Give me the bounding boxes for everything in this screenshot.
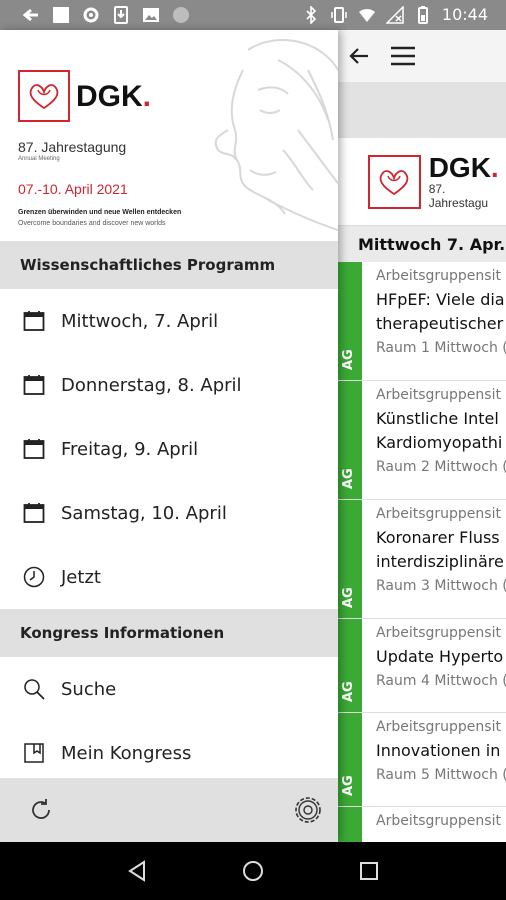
back-arrow-icon[interactable]: [348, 45, 370, 67]
nav-item-label: Suche: [61, 678, 117, 700]
session-item[interactable]: AG Arbeitsgruppensit Update Hyperto Raum…: [338, 619, 506, 713]
nav-item-search[interactable]: Suche: [0, 657, 338, 721]
meeting-dates: 07.-10. April 2021: [18, 181, 128, 197]
session-item[interactable]: AG Arbeitsgruppensit Koronarer Fluss inte…: [338, 500, 506, 619]
clock-icon: [23, 566, 45, 588]
session-title: Innovationen in: [376, 741, 501, 760]
bluetooth-icon: [306, 5, 317, 24]
session-category: Arbeitsgruppensit: [376, 506, 501, 522]
meeting-subtitle: Annual Meeting: [18, 156, 60, 162]
section-header-program: Wissenschaftliches Programm: [0, 241, 338, 289]
session-category: Arbeitsgruppensit: [376, 813, 501, 829]
gear-icon: [83, 7, 99, 23]
home-circle-icon[interactable]: [242, 860, 264, 882]
drawer-footer: [0, 778, 338, 842]
ag-badge: AG: [338, 381, 362, 499]
vibrate-icon: [331, 6, 347, 23]
bg-brand: DGK.: [428, 151, 499, 183]
slogan-english: Overcome boundaries and discover new wor…: [18, 220, 166, 227]
calendar-icon: [23, 503, 45, 523]
nav-item-thursday[interactable]: Donnerstag, 8. April: [0, 353, 338, 417]
session-category: Arbeitsgruppensit: [376, 268, 501, 284]
session-category: Arbeitsgruppensit: [376, 387, 501, 403]
dgk-logo: [368, 154, 421, 209]
status-bar: 10:44: [0, 0, 506, 30]
screen: 10:44 DGK. 87. Jahrestagu Mittwoch 7. Ap…: [0, 0, 506, 900]
background-schedule-view: DGK. 87. Jahrestagu Mittwoch 7. Apr. ( A…: [338, 30, 506, 842]
nav-item-label: Jetzt: [61, 566, 101, 588]
nav-item-wednesday[interactable]: Mittwoch, 7. April: [0, 289, 338, 353]
session-item[interactable]: Arbeitsgruppensit: [338, 807, 506, 842]
ag-badge: AG: [338, 262, 362, 380]
status-left-icons: [22, 6, 190, 24]
bg-brand-sub: 87. Jahrestagu: [428, 181, 489, 210]
image-icon: [143, 8, 159, 22]
session-room: Raum 2 Mittwoch (: [376, 459, 506, 475]
nav-item-friday[interactable]: Freitag, 9. April: [0, 417, 338, 481]
calendar-icon: [23, 311, 45, 331]
nav-item-saturday[interactable]: Samstag, 10. April: [0, 481, 338, 545]
bookmark-icon: [24, 743, 44, 763]
heart-logo-icon: [29, 84, 59, 110]
square-icon: [53, 7, 69, 23]
calendar-icon: [23, 375, 45, 395]
nav-item-label: Samstag, 10. April: [61, 502, 227, 524]
session-room: Raum 1 Mittwoch (: [376, 340, 506, 356]
session-title: Künstliche Intel Kardiomyopathi: [376, 409, 503, 452]
session-item[interactable]: AG Arbeitsgruppensit Künstliche Intel Kar…: [338, 381, 506, 500]
session-title: HFpEF: Viele dia therapeutischer: [376, 290, 505, 333]
navigation-drawer: DGK. 87. Jahrestagung Annual Meeting 07.…: [0, 30, 338, 842]
download-icon: [114, 6, 128, 24]
bg-banner: DGK. 87. Jahrestagu: [338, 138, 506, 226]
recents-square-icon[interactable]: [359, 861, 379, 881]
ag-badge: [338, 807, 362, 842]
brand-title: DGK.: [76, 80, 152, 113]
status-right-icons: 10:44: [302, 5, 488, 24]
dgk-logo: [18, 70, 70, 122]
back-arrow-icon: [22, 8, 38, 22]
hamburger-menu-icon[interactable]: [390, 45, 416, 67]
no-signal-icon: [385, 5, 404, 24]
session-item[interactable]: AG Arbeitsgruppensit Innovationen in Rau…: [338, 713, 506, 807]
calendar-icon: [23, 439, 45, 459]
bg-toolbar: [338, 30, 506, 82]
circle-icon: [173, 7, 189, 23]
session-category: Arbeitsgruppensit: [376, 625, 501, 641]
system-nav-bar: [0, 842, 506, 900]
nav-item-now[interactable]: Jetzt: [0, 545, 338, 609]
session-room: Raum 5 Mittwoch (: [376, 767, 506, 783]
ag-badge: AG: [338, 619, 362, 712]
session-room: Raum 3 Mittwoch (: [376, 578, 506, 594]
session-category: Arbeitsgruppensit: [376, 719, 501, 735]
nav-item-label: Donnerstag, 8. April: [61, 374, 242, 396]
drawer-header: DGK. 87. Jahrestagung Annual Meeting 07.…: [0, 30, 338, 241]
refresh-icon[interactable]: [28, 797, 54, 823]
search-icon: [24, 679, 45, 700]
heart-logo-icon: [379, 169, 409, 195]
nav-item-label: Freitag, 9. April: [61, 438, 199, 460]
settings-icon[interactable]: [292, 794, 324, 826]
slogan: Grenzen überwinden und neue Wellen entde…: [18, 209, 182, 216]
session-item[interactable]: AG Arbeitsgruppensit HFpEF: Viele dia the…: [338, 262, 506, 381]
session-title: Koronarer Fluss interdisziplinäre: [376, 528, 504, 571]
nav-item-label: Mittwoch, 7. April: [61, 310, 219, 332]
ag-badge: AG: [338, 713, 362, 806]
portrait-illustration: [214, 39, 338, 231]
nav-item-my-congress[interactable]: Mein Kongress: [0, 721, 338, 785]
nav-item-label: Mein Kongress: [61, 742, 192, 764]
bg-day-header: Mittwoch 7. Apr. (: [338, 226, 506, 262]
wifi-icon: [358, 8, 375, 22]
section-header-info: Kongress Informationen: [0, 609, 338, 657]
ag-badge: AG: [338, 500, 362, 618]
back-triangle-icon[interactable]: [127, 860, 147, 882]
meeting-title: 87. Jahrestagung: [18, 139, 127, 155]
battery-icon: [417, 5, 428, 24]
status-time: 10:44: [441, 5, 488, 24]
session-title: Update Hyperto: [376, 647, 504, 666]
bg-subbar: [338, 82, 506, 138]
session-room: Raum 4 Mittwoch (: [376, 673, 506, 689]
